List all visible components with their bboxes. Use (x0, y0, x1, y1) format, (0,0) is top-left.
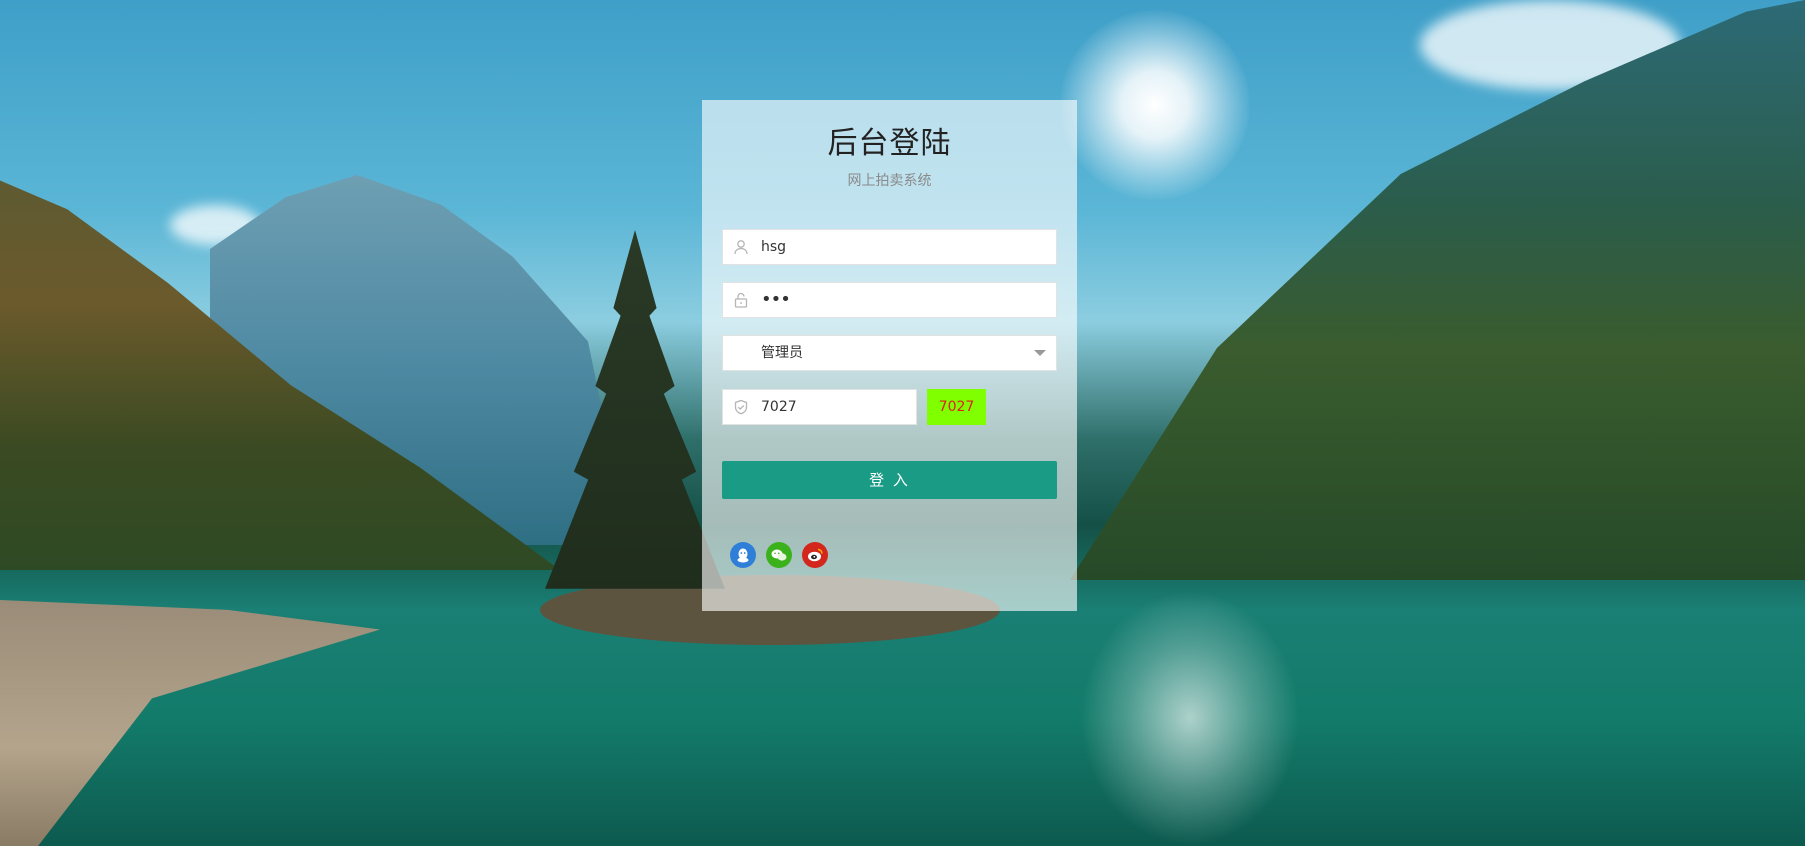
role-selected: 管理员 (761, 345, 803, 361)
lock-icon (733, 292, 749, 308)
qq-icon[interactable] (730, 542, 756, 568)
login-panel: 后台登陆 网上拍卖系统 hsg ••• 管理员 7027 7027 登 入 (702, 100, 1077, 611)
password-field[interactable]: ••• (722, 282, 1057, 318)
sun (1060, 10, 1250, 200)
login-button[interactable]: 登 入 (722, 461, 1057, 499)
shield-icon (733, 399, 749, 415)
water-reflection (1080, 590, 1300, 846)
page-title: 后台登陆 (827, 126, 952, 161)
weibo-icon[interactable] (802, 542, 828, 568)
user-icon (733, 239, 749, 255)
captcha-value: 7027 (761, 399, 797, 415)
captcha-field[interactable]: 7027 (722, 389, 917, 425)
wechat-icon[interactable] (766, 542, 792, 568)
captcha-image[interactable]: 7027 (927, 389, 986, 425)
page-subtitle: 网上拍卖系统 (847, 173, 932, 189)
chevron-down-icon (1034, 350, 1046, 356)
beach (0, 600, 380, 846)
username-field[interactable]: hsg (722, 229, 1057, 265)
username-value: hsg (761, 239, 787, 255)
role-select[interactable]: 管理员 (722, 335, 1057, 371)
password-value: ••• (761, 289, 791, 310)
